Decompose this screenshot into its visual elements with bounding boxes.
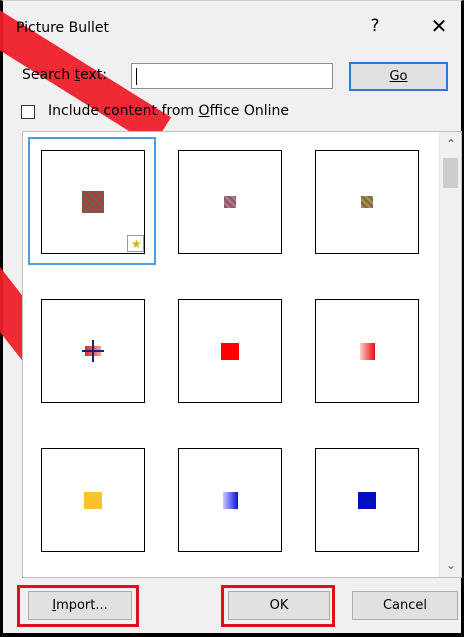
bullet-swatch xyxy=(221,343,239,360)
bullet-swatch xyxy=(82,191,104,213)
bullet-swatch xyxy=(358,492,376,509)
picture-bullet-dialog: Picture Bullet ? ✕ Search text: Go Inclu… xyxy=(0,0,464,637)
close-button[interactable]: ✕ xyxy=(427,14,451,38)
bullet-swatch xyxy=(224,196,236,208)
bullet-preview: ★ xyxy=(41,150,145,254)
ok-highlight-box xyxy=(221,585,335,627)
bullet-preview xyxy=(178,448,282,552)
cancel-button[interactable]: Cancel xyxy=(352,591,458,620)
bullet-option[interactable] xyxy=(165,137,293,265)
bullet-swatch xyxy=(223,492,238,509)
bottom-border xyxy=(0,633,464,637)
scroll-down-icon[interactable]: ⌄ xyxy=(440,555,461,575)
help-button[interactable]: ? xyxy=(363,16,387,36)
bullet-preview xyxy=(315,448,419,552)
go-button[interactable]: Go xyxy=(349,62,448,91)
search-label: Search text: xyxy=(22,67,107,83)
bullet-preview xyxy=(41,299,145,403)
go-button-label: Go xyxy=(389,69,408,84)
bullet-swatch xyxy=(82,340,104,362)
bullet-option[interactable] xyxy=(165,435,293,563)
import-highlight-box xyxy=(17,585,139,627)
scroll-up-icon[interactable]: ⌃ xyxy=(440,134,461,154)
bullet-swatch xyxy=(361,196,373,208)
vertical-scrollbar[interactable]: ⌃ ⌄ xyxy=(439,132,461,577)
star-icon: ★ xyxy=(131,237,142,251)
scroll-thumb[interactable] xyxy=(443,158,458,188)
bullet-option[interactable] xyxy=(165,286,293,414)
office-online-label: Include content from Office Online xyxy=(48,103,289,119)
bullet-option[interactable]: ★ xyxy=(28,137,156,265)
bullet-swatch xyxy=(84,492,102,509)
bullet-option[interactable] xyxy=(302,137,430,265)
text-caret xyxy=(136,68,137,85)
bullet-preview xyxy=(315,299,419,403)
bullet-option[interactable] xyxy=(302,286,430,414)
bullet-option[interactable] xyxy=(28,435,156,563)
bullet-preview xyxy=(178,299,282,403)
bullet-grid: ⌃ ⌄ ★ xyxy=(22,131,462,578)
bullet-preview xyxy=(315,150,419,254)
office-online-checkbox[interactable] xyxy=(21,105,35,119)
bullet-option[interactable] xyxy=(28,286,156,414)
dialog-title: Picture Bullet xyxy=(16,20,109,36)
title-bar: Picture Bullet ? ✕ xyxy=(3,1,461,45)
clip-art-badge-icon: ★ xyxy=(127,235,144,252)
bullet-option[interactable] xyxy=(302,435,430,563)
bullet-preview xyxy=(41,448,145,552)
bullet-swatch xyxy=(360,343,375,360)
bullet-preview xyxy=(178,150,282,254)
search-input[interactable] xyxy=(131,63,333,89)
